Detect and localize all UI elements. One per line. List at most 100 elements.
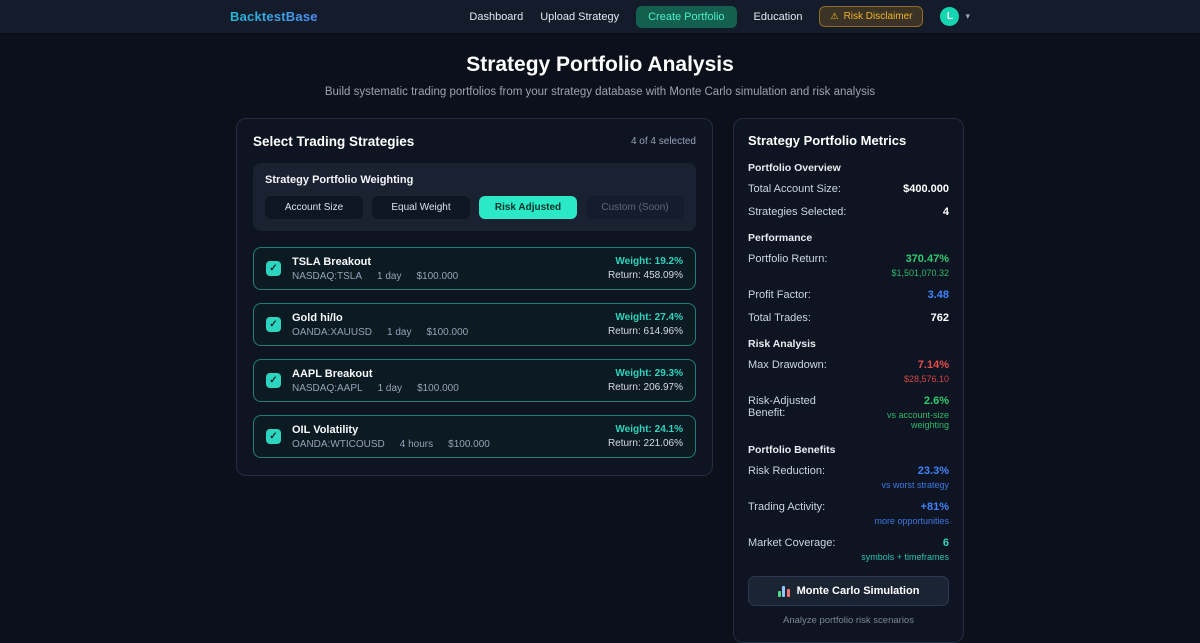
brand-logo[interactable]: BacktestBase xyxy=(230,9,318,24)
avatar[interactable]: L xyxy=(940,7,959,26)
strategy-symbol: OANDA:WTICOUSD xyxy=(292,439,385,450)
page-subtitle: Build systematic trading portfolios from… xyxy=(0,86,1200,98)
metric-label: Risk Reduction: xyxy=(748,465,825,477)
strategy-symbol: NASDAQ:AAPL xyxy=(292,383,363,394)
strategy-checkbox[interactable]: ✓ xyxy=(266,317,281,332)
nav-item[interactable]: Dashboard xyxy=(469,11,523,23)
strategy-account: $100.000 xyxy=(426,327,468,338)
strategy-timeframe: 1 day xyxy=(387,327,411,338)
selected-count: 4 of 4 selected xyxy=(631,136,696,147)
strategy-card[interactable]: ✓Gold hi/loOANDA:XAUUSD1 day$100.000Weig… xyxy=(253,303,696,346)
strategy-checkbox[interactable]: ✓ xyxy=(266,261,281,276)
strategy-list: ✓ TSLA Breakout NASDAQ:TSLA 1 day $100.000 We… xyxy=(253,247,696,458)
weighting-option[interactable]: Account Size xyxy=(265,196,363,219)
strategy-return: Return: 458.09% xyxy=(608,270,683,281)
strategy-return: Return: 221.06% xyxy=(608,438,683,449)
strategy-checkbox[interactable]: ✓ xyxy=(266,429,281,444)
strategy-name: AAPL Breakout xyxy=(292,368,608,380)
weighting-options: Account SizeEqual WeightRisk AdjustedCus… xyxy=(265,196,684,219)
strategy-timeframe: 1 day xyxy=(378,383,402,394)
metric-value-main: 23.3% xyxy=(881,465,949,477)
strategy-weight: Weight: 19.2% xyxy=(608,256,683,267)
chevron-down-icon[interactable]: ▾ xyxy=(965,12,970,21)
bar-chart-icon xyxy=(778,586,790,597)
metric-value: 6 symbols + timeframes xyxy=(861,537,949,562)
metrics-panel-title: Strategy Portfolio Metrics xyxy=(748,133,949,148)
metrics-sections: Portfolio Overview Total Account Size:$40… xyxy=(748,162,949,562)
metric-value-sub: symbols + timeframes xyxy=(861,552,949,562)
strategy-weight: Weight: 27.4% xyxy=(608,312,683,323)
metric-value: 2.6%vs account-size weighting xyxy=(851,395,949,430)
metric-value: 3.48 xyxy=(928,289,949,301)
strategy-checkbox[interactable]: ✓ xyxy=(266,373,281,388)
metric-label: Risk-Adjusted Benefit: xyxy=(748,395,851,419)
metric-value-main: 762 xyxy=(931,312,949,324)
metric-row: Market Coverage:6symbols + timeframes xyxy=(748,537,949,562)
strategy-timeframe: 1 day xyxy=(377,271,401,282)
metric-value: 7.14%$28,576.10 xyxy=(904,359,949,384)
monte-carlo-hint: Analyze portfolio risk scenarios xyxy=(748,615,949,626)
metric-value-main: +81% xyxy=(874,501,949,513)
metric-row: Risk-Adjusted Benefit:2.6%vs account-siz… xyxy=(748,395,949,430)
metric-label: Max Drawdown: xyxy=(748,359,827,371)
strategy-card[interactable]: ✓ AAPL Breakout NASDAQ:AAPL 1 day $100.000 We… xyxy=(253,359,696,402)
monte-carlo-button[interactable]: Monte Carlo Simulation xyxy=(748,576,949,606)
weighting-option[interactable]: Risk Adjusted xyxy=(479,196,577,219)
metric-row: Strategies Selected:4 xyxy=(748,206,949,218)
weighting-label: Strategy Portfolio Weighting xyxy=(265,174,684,186)
weighting-section: Strategy Portfolio Weighting Account Siz… xyxy=(253,163,696,231)
strategy-card[interactable]: ✓TSLA BreakoutNASDAQ:TSLA1 day$100.000We… xyxy=(253,247,696,290)
risk-disclaimer-badge[interactable]: ⚠ Risk Disclaimer xyxy=(819,6,923,27)
strategy-stats: Weight: 24.1% Return: 221.06% xyxy=(608,424,683,449)
metric-value-main: 6 xyxy=(861,537,949,549)
metric-label: Portfolio Return: xyxy=(748,253,827,265)
metric-row: Trading Activity:+81%more opportunities xyxy=(748,501,949,526)
metric-label: Profit Factor: xyxy=(748,289,811,301)
warning-icon: ⚠ xyxy=(830,11,838,22)
metric-label: Total Trades: xyxy=(748,312,811,324)
strategies-panel: Select Trading Strategies 4 of 4 selecte… xyxy=(236,118,713,476)
page-title: Strategy Portfolio Analysis xyxy=(0,53,1200,77)
nav-item[interactable]: Education xyxy=(754,11,803,23)
strategy-info: Gold hi/loOANDA:XAUUSD1 day$100.000 xyxy=(292,312,608,338)
metric-value: 370.47% $1,501,070.32 xyxy=(891,253,949,278)
metric-value-sub: vs worst strategy xyxy=(881,480,949,490)
monte-carlo-button-label: Monte Carlo Simulation xyxy=(797,585,920,597)
nav-item-active[interactable]: Create Portfolio xyxy=(636,6,736,28)
metric-row: Profit Factor: 3.48 xyxy=(748,289,949,301)
strategy-meta: OANDA:WTICOUSD4 hours$100.000 xyxy=(292,439,608,450)
metrics-section-heading: Risk Analysis xyxy=(748,338,949,350)
metric-value-main: $400.000 xyxy=(903,183,949,195)
strategy-info: OIL VolatilityOANDA:WTICOUSD4 hours$100.… xyxy=(292,424,608,450)
top-nav: BacktestBase Dashboard Upload Strategy Cre… xyxy=(0,0,1200,34)
metric-row: Total Account Size:$400.000 xyxy=(748,183,949,195)
strategy-weight: Weight: 29.3% xyxy=(608,368,683,379)
weighting-option[interactable]: Equal Weight xyxy=(372,196,470,219)
strategy-info: AAPL Breakout NASDAQ:AAPL 1 day $100.000 xyxy=(292,368,608,394)
strategy-card[interactable]: ✓ OIL VolatilityOANDA:WTICOUSD4 hours$100… xyxy=(253,415,696,458)
metric-row: Risk Reduction: 23.3% vs worst strategy xyxy=(748,465,949,490)
nav-links: Dashboard Upload Strategy Create Portfolio… xyxy=(469,6,802,28)
strategy-weight: Weight: 24.1% xyxy=(608,424,683,435)
metrics-section-heading: Performance xyxy=(748,232,949,244)
strategy-stats: Weight: 19.2% Return: 458.09% xyxy=(608,256,683,281)
metric-row: Portfolio Return: 370.47% $1,501,070.32 xyxy=(748,253,949,278)
strategy-meta: OANDA:XAUUSD1 day$100.000 xyxy=(292,327,608,338)
strategy-symbol: NASDAQ:TSLA xyxy=(292,271,362,282)
metric-value: +81%more opportunities xyxy=(874,501,949,526)
metric-row: Max Drawdown: 7.14%$28,576.10 xyxy=(748,359,949,384)
nav-item[interactable]: Upload Strategy xyxy=(540,11,619,23)
metric-value: 23.3% vs worst strategy xyxy=(881,465,949,490)
strategy-stats: Weight: 29.3% Return: 206.97% xyxy=(608,368,683,393)
strategy-return: Return: 206.97% xyxy=(608,382,683,393)
user-menu[interactable]: L ▾ xyxy=(940,7,970,26)
metric-value-sub: $1,501,070.32 xyxy=(891,268,949,278)
metrics-section-heading: Portfolio Overview xyxy=(748,162,949,174)
strategy-name: TSLA Breakout xyxy=(292,256,608,268)
metric-value-main: 3.48 xyxy=(928,289,949,301)
strategy-info: TSLA BreakoutNASDAQ:TSLA1 day$100.000 xyxy=(292,256,608,282)
strategy-stats: Weight: 27.4%Return: 614.96% xyxy=(608,312,683,337)
strategy-account: $100.000 xyxy=(417,383,459,394)
page-header: Strategy Portfolio Analysis Build system… xyxy=(0,53,1200,98)
metric-value-main: 370.47% xyxy=(891,253,949,265)
